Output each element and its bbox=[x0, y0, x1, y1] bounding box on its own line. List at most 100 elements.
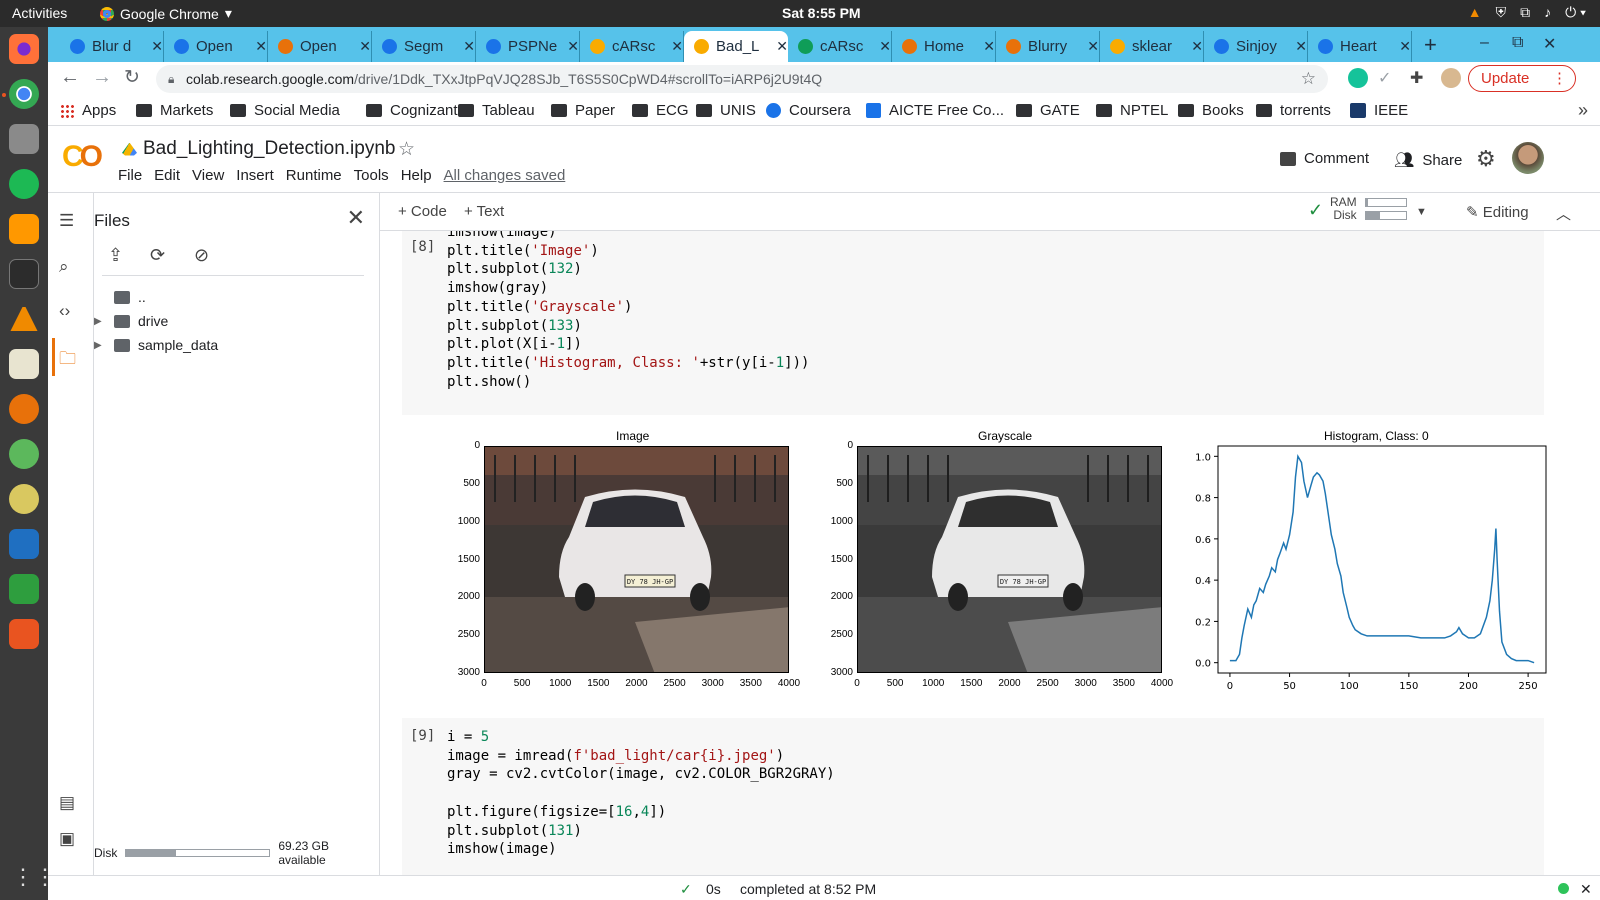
writer-icon[interactable] bbox=[9, 529, 39, 559]
bookmark-5[interactable]: Paper bbox=[551, 102, 615, 119]
collapse-header-icon[interactable]: ︿ bbox=[1556, 203, 1571, 224]
bookmark-9[interactable]: AICTE Free Co... bbox=[866, 102, 1004, 119]
tab-close-icon[interactable]: ✕ bbox=[359, 38, 371, 55]
file-tree-item[interactable]: ▶ drive bbox=[94, 313, 168, 329]
file-tree-item[interactable]: .. bbox=[94, 289, 146, 305]
add-code-button[interactable]: + Code bbox=[398, 203, 447, 220]
tab-close-icon[interactable]: ✕ bbox=[567, 38, 579, 55]
menu-file[interactable]: File bbox=[118, 167, 142, 184]
text-editor-icon[interactable] bbox=[9, 349, 39, 379]
chrome-dock-icon[interactable] bbox=[9, 79, 39, 109]
activities-button[interactable]: Activities bbox=[12, 5, 67, 21]
firefox-icon[interactable] bbox=[9, 34, 39, 64]
power-icon[interactable]: ⏻ ▾ bbox=[1565, 4, 1586, 21]
runtime-dropdown-icon[interactable]: ▼ bbox=[1416, 206, 1427, 218]
close-status-icon[interactable]: ✕ bbox=[1580, 881, 1592, 898]
menu-insert[interactable]: Insert bbox=[236, 167, 274, 184]
menu-help[interactable]: Help bbox=[401, 167, 432, 184]
system-tray[interactable]: ▲ ⛨ ⧉ ♪ ⏻ ▾ bbox=[1468, 4, 1586, 21]
window-close-button[interactable]: ✕ bbox=[1543, 34, 1556, 54]
runtime-status-indicator[interactable] bbox=[1558, 883, 1569, 894]
clock[interactable]: Sat 8:55 PM bbox=[782, 5, 861, 21]
bookmark-14[interactable]: IEEE bbox=[1350, 102, 1408, 119]
code-cell-9[interactable]: [9] i = 5 image = imread(f'bad_light/car{… bbox=[402, 718, 1544, 875]
bookmark-11[interactable]: NPTEL bbox=[1096, 102, 1168, 119]
spotify-icon[interactable] bbox=[9, 169, 39, 199]
bookmark-2[interactable]: Social Media bbox=[230, 102, 340, 119]
tab-close-icon[interactable]: ✕ bbox=[1399, 38, 1411, 55]
editing-mode-button[interactable]: ✎ Editing bbox=[1466, 203, 1529, 221]
reload-button[interactable]: ↻ bbox=[124, 66, 140, 89]
tab-12[interactable]: Heart ✕ bbox=[1308, 31, 1412, 62]
tab-5[interactable]: cARsc ✕ bbox=[580, 31, 684, 62]
minimize-button[interactable]: – bbox=[1480, 34, 1489, 52]
close-files-panel-icon[interactable]: ✕ bbox=[347, 205, 365, 231]
colab-logo[interactable]: CO bbox=[62, 140, 103, 174]
table-of-contents-icon[interactable]: ☰ bbox=[59, 211, 74, 231]
check-extension-icon[interactable]: ✓ bbox=[1378, 68, 1398, 88]
tab-close-icon[interactable]: ✕ bbox=[1087, 38, 1099, 55]
grammarly-extension-icon[interactable] bbox=[1348, 68, 1368, 88]
settings-gear-icon[interactable]: ⚙ bbox=[1476, 146, 1496, 172]
upload-file-icon[interactable]: ⇪ bbox=[108, 245, 123, 266]
software-icon[interactable] bbox=[9, 619, 39, 649]
network-icon[interactable]: ⧉ bbox=[1520, 4, 1530, 21]
calc-icon[interactable] bbox=[9, 574, 39, 604]
tab-10[interactable]: sklear ✕ bbox=[1100, 31, 1204, 62]
extensions-puzzle-icon[interactable]: ✚ bbox=[1410, 68, 1430, 88]
bookmark-0[interactable]: Apps bbox=[60, 102, 116, 119]
comment-button[interactable]: Comment bbox=[1280, 150, 1369, 167]
resource-monitor[interactable]: RAM Disk bbox=[1330, 196, 1357, 222]
refresh-folder-icon[interactable]: ⟳ bbox=[150, 245, 165, 266]
maximize-button[interactable]: ⧉ bbox=[1512, 34, 1523, 52]
bookmark-6[interactable]: ECG bbox=[632, 102, 689, 119]
expand-caret-icon[interactable]: ▶ bbox=[94, 340, 108, 351]
tab-1[interactable]: Open ✕ bbox=[164, 31, 268, 62]
tab-9[interactable]: Blurry ✕ bbox=[996, 31, 1100, 62]
vlc-icon[interactable] bbox=[9, 304, 39, 334]
more-bookmarks-icon[interactable]: » bbox=[1578, 100, 1588, 121]
code-cell-8[interactable]: [8] imshow(image) plt.title('Image') plt.s… bbox=[402, 231, 1544, 415]
tab-close-icon[interactable]: ✕ bbox=[1191, 38, 1203, 55]
vlc-tray-icon[interactable]: ▲ bbox=[1468, 4, 1482, 21]
bookmark-4[interactable]: Tableau bbox=[458, 102, 535, 119]
save-status[interactable]: All changes saved bbox=[444, 167, 566, 184]
add-text-button[interactable]: + Text bbox=[464, 203, 504, 220]
update-button[interactable]: Update ⋮ bbox=[1468, 65, 1576, 92]
bookmark-star-icon[interactable]: ☆ bbox=[1301, 65, 1316, 93]
app-menu[interactable]: Google Chrome ▾ bbox=[100, 5, 232, 22]
new-tab-button[interactable]: + bbox=[1424, 32, 1437, 58]
command-palette-icon[interactable]: ▤ bbox=[59, 793, 75, 813]
tab-4[interactable]: PSPNe ✕ bbox=[476, 31, 580, 62]
address-bar[interactable]: 🔒︎ colab.research.google.com/drive/1Ddk_… bbox=[156, 65, 1328, 93]
bookmark-13[interactable]: torrents bbox=[1256, 102, 1331, 119]
music-icon[interactable] bbox=[9, 484, 39, 514]
menu-runtime[interactable]: Runtime bbox=[286, 167, 342, 184]
profile-avatar[interactable] bbox=[1441, 68, 1461, 88]
files-icon[interactable] bbox=[9, 124, 39, 154]
tab-close-icon[interactable]: ✕ bbox=[1295, 38, 1307, 55]
tab-close-icon[interactable]: ✕ bbox=[983, 38, 995, 55]
mount-drive-icon[interactable]: ⊘ bbox=[194, 245, 209, 266]
terminal-icon[interactable] bbox=[9, 259, 39, 289]
search-icon[interactable]: ⌕ bbox=[59, 257, 69, 277]
expand-caret-icon[interactable]: ▶ bbox=[94, 316, 108, 327]
volume-icon[interactable]: ♪ bbox=[1544, 4, 1551, 21]
files-folder-icon[interactable]: 🗀︎ bbox=[59, 346, 76, 375]
tab-close-icon[interactable]: ✕ bbox=[151, 38, 163, 55]
tab-6[interactable]: Bad_L ✕ bbox=[684, 31, 788, 62]
star-notebook-icon[interactable]: ☆ bbox=[398, 138, 415, 161]
bookmark-12[interactable]: Books bbox=[1178, 102, 1244, 119]
menu-view[interactable]: View bbox=[192, 167, 224, 184]
tab-7[interactable]: cARsc ✕ bbox=[788, 31, 892, 62]
file-tree-item[interactable]: ▶ sample_data bbox=[94, 337, 218, 353]
code-editor[interactable]: i = 5 image = imread(f'bad_light/car{i}.j… bbox=[447, 728, 835, 859]
tab-11[interactable]: Sinjoy ✕ bbox=[1204, 31, 1308, 62]
tab-8[interactable]: Home ✕ bbox=[892, 31, 996, 62]
terminal-panel-icon[interactable]: ▣ bbox=[59, 829, 75, 849]
shield-icon[interactable]: ⛨ bbox=[1496, 4, 1507, 21]
bookmark-7[interactable]: UNIS bbox=[696, 102, 756, 119]
back-button[interactable]: ← bbox=[60, 66, 80, 89]
code-snippets-icon[interactable]: ‹› bbox=[59, 301, 70, 321]
utorrent-icon[interactable] bbox=[9, 439, 39, 469]
